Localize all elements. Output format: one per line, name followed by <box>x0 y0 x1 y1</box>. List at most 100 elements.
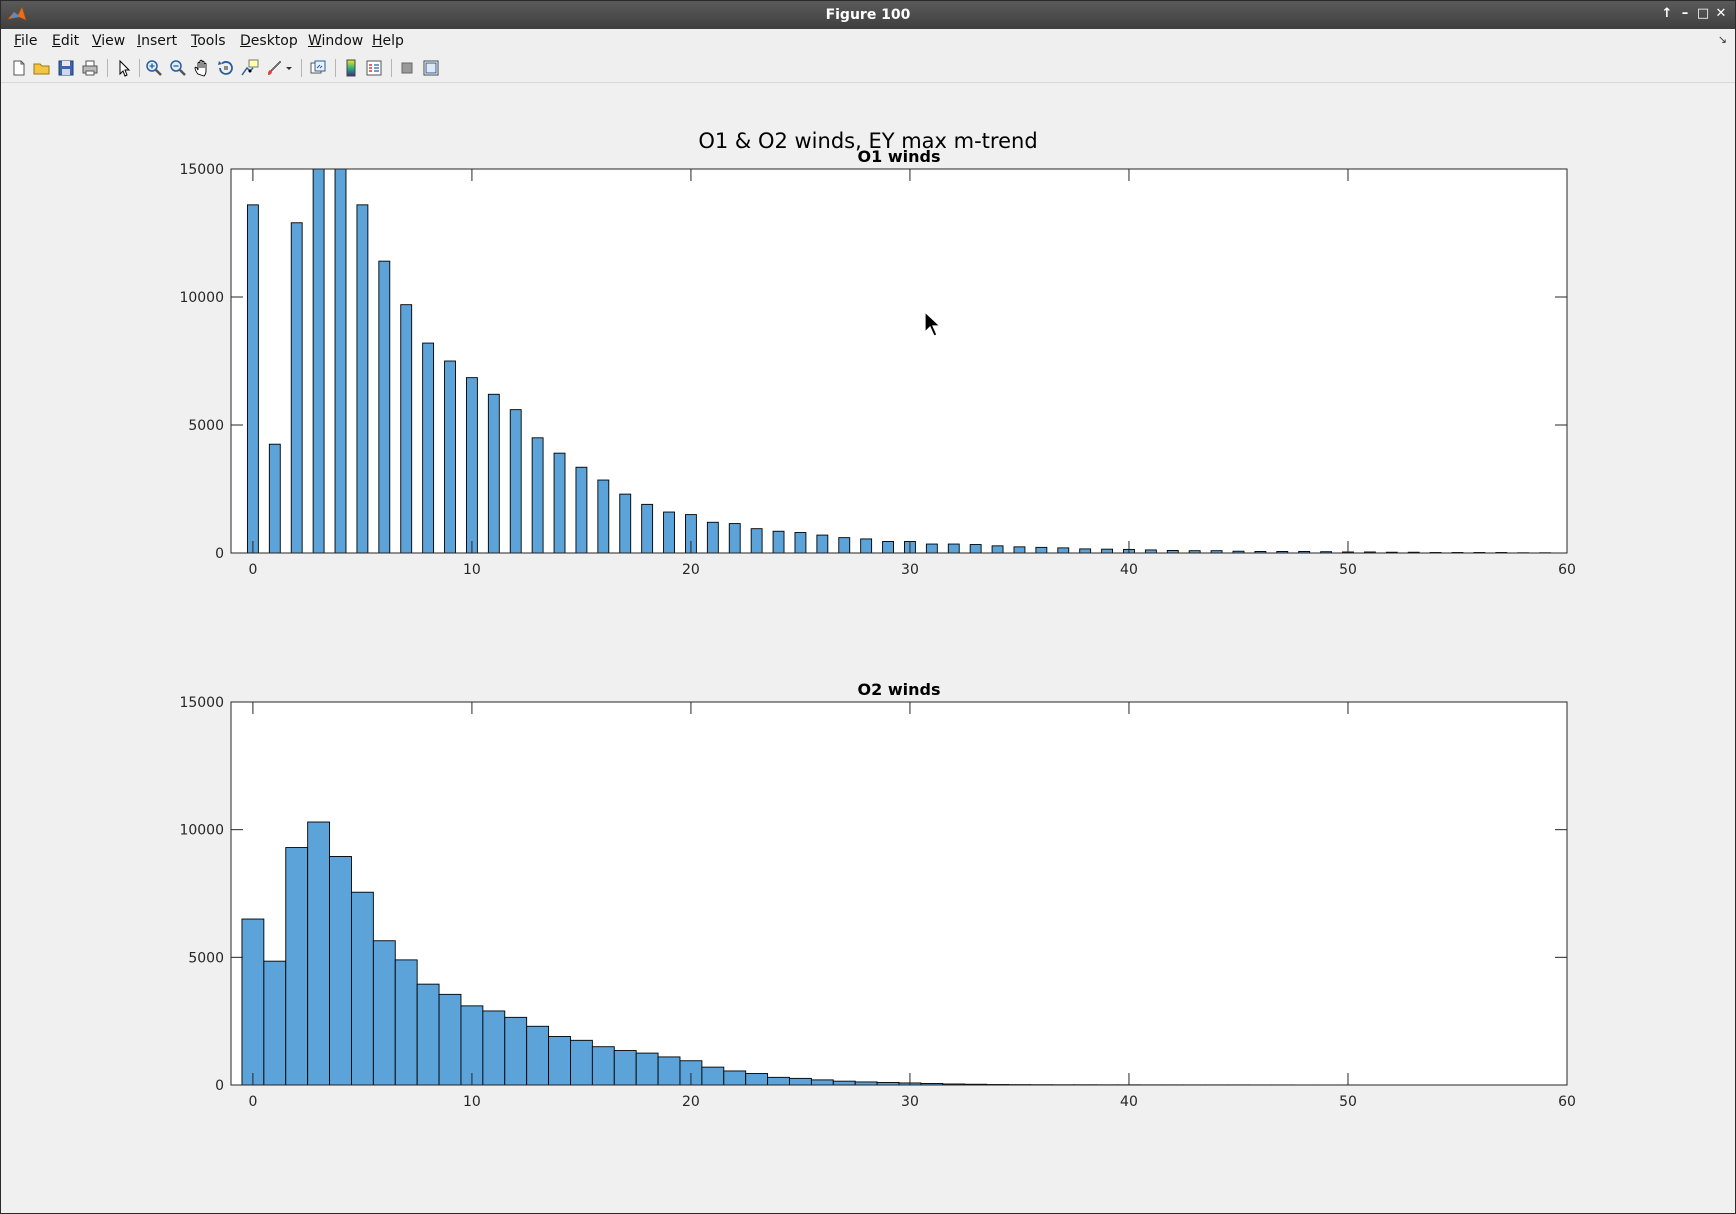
axes-2-bar <box>789 1077 812 1086</box>
insert-colorbar-icon[interactable] <box>341 58 361 78</box>
axes-1-bar <box>356 204 369 554</box>
axes-1-bar <box>838 537 851 554</box>
hide-plot-tools-icon[interactable] <box>397 58 417 78</box>
axes-2-title: O2 winds <box>858 680 941 699</box>
menu-help[interactable]: Help <box>372 33 404 49</box>
toolbar-separator <box>335 59 336 77</box>
axes-1-bar <box>553 452 566 554</box>
x-tick-label: 0 <box>248 562 257 578</box>
dock-figure-icon[interactable]: ↘ <box>1718 33 1727 46</box>
axes-2-bar <box>745 1073 769 1086</box>
axes-1-bar <box>925 543 938 554</box>
axes-2-bar <box>591 1046 615 1086</box>
menu-file[interactable]: File <box>14 33 37 49</box>
axes-2-bar <box>438 993 462 1086</box>
axes-1-bar <box>246 204 259 554</box>
axes-2-bar <box>307 821 331 1086</box>
menu-edit[interactable]: Edit <box>52 33 79 49</box>
y-tick-label: 10000 <box>179 290 224 306</box>
axes-2-bar <box>285 847 309 1086</box>
toolbar-separator <box>107 59 108 77</box>
axes-1-bar <box>531 437 544 554</box>
axes-1-bar <box>597 479 610 554</box>
menu-window[interactable]: Window <box>308 33 363 49</box>
axes-1-bar <box>860 538 873 554</box>
x-tick-label: 60 <box>1558 562 1576 578</box>
x-tick-label: 50 <box>1339 562 1357 578</box>
x-tick-label: 20 <box>682 562 700 578</box>
axes-2-bar <box>832 1080 856 1086</box>
axes-1-bar <box>378 260 391 554</box>
toolbar-separator <box>391 59 392 77</box>
axes-2-bar <box>416 983 440 1086</box>
show-plot-tools-icon[interactable] <box>421 58 441 78</box>
axes-1-bar <box>750 528 763 554</box>
save-icon[interactable] <box>56 58 76 78</box>
axes-1-bar <box>268 443 281 554</box>
x-tick-label: 40 <box>1120 562 1138 578</box>
axes-2-bar <box>635 1052 659 1086</box>
axes-1-bar <box>1079 548 1092 554</box>
x-tick-label: 40 <box>1120 1094 1138 1110</box>
axes-1-bar <box>487 393 500 554</box>
maximize-button[interactable]: □ <box>1695 5 1711 23</box>
x-tick-label: 10 <box>463 1094 481 1110</box>
print-icon[interactable] <box>80 58 100 78</box>
axes-1-bar <box>641 503 654 554</box>
link-plot-icon[interactable] <box>308 58 328 78</box>
axes-1-bar <box>400 304 413 554</box>
brush-icon[interactable] <box>264 58 284 78</box>
x-tick-label: 30 <box>901 562 919 578</box>
figure-canvas[interactable]: 0 10 20 30 40 50 60 0 5000 10000 15000 O1 winds 0 10 2… <box>1 83 1735 1213</box>
axes-2-bar <box>372 940 396 1086</box>
axes-1-bar <box>575 466 588 554</box>
axes-1-bar <box>422 342 435 554</box>
menu-bar: File Edit View Insert Tools Desktop Wind… <box>1 29 1735 53</box>
data-cursor-icon[interactable] <box>240 58 260 78</box>
axes-1-bar <box>444 360 456 554</box>
axes-2-bar <box>723 1070 747 1086</box>
figure-toolbar <box>1 54 1735 83</box>
axes-1-bar <box>816 534 829 554</box>
menu-insert[interactable]: Insert <box>137 33 177 49</box>
minimize-button[interactable]: – <box>1677 5 1693 23</box>
pan-hand-icon[interactable] <box>192 58 212 78</box>
axes-2-bar <box>526 1025 550 1086</box>
new-figure-icon[interactable] <box>9 58 29 78</box>
keep-above-button[interactable]: ↑ <box>1659 5 1675 23</box>
axes-2-bar <box>329 856 352 1086</box>
rotate-3d-icon[interactable] <box>216 58 236 78</box>
x-tick-label: 60 <box>1558 1094 1576 1110</box>
axes-2-bar <box>613 1050 637 1086</box>
menu-view[interactable]: View <box>92 33 125 49</box>
axes-1-bar <box>969 544 982 554</box>
y-tick-label: 5000 <box>188 418 224 434</box>
axes-1-bar <box>619 493 632 554</box>
title-bar[interactable]: Figure 100 ↑ – □ ✕ <box>1 1 1735 29</box>
open-file-icon[interactable] <box>32 58 52 78</box>
axes-1-title: O1 winds <box>858 147 941 166</box>
axes-1-bar <box>1035 546 1048 554</box>
axes-1-bar <box>1101 548 1113 554</box>
zoom-out-icon[interactable] <box>168 58 188 78</box>
axes-1-bar <box>312 168 325 554</box>
menu-tools[interactable]: Tools <box>191 33 226 49</box>
y-tick-label: 5000 <box>188 950 224 966</box>
brush-dropdown-icon[interactable] <box>284 58 294 78</box>
axes-2-bar <box>767 1076 790 1086</box>
axes-2-bar <box>570 1039 593 1086</box>
x-tick-label: 20 <box>682 1094 700 1110</box>
x-tick-label: 0 <box>248 1094 257 1110</box>
axes-1-bar <box>706 521 719 554</box>
axes-1-bar <box>1013 546 1026 554</box>
insert-legend-icon[interactable] <box>364 58 384 78</box>
axes-1-bar <box>772 530 785 554</box>
axes-1-bar <box>290 222 303 554</box>
edit-plot-arrow-icon[interactable] <box>114 58 134 78</box>
y-tick-label: 15000 <box>179 162 224 178</box>
axes-1-bar <box>947 543 960 554</box>
y-tick-label: 10000 <box>179 823 224 839</box>
menu-desktop[interactable]: Desktop <box>240 33 298 49</box>
zoom-in-icon[interactable] <box>144 58 164 78</box>
close-button[interactable]: ✕ <box>1713 5 1729 23</box>
